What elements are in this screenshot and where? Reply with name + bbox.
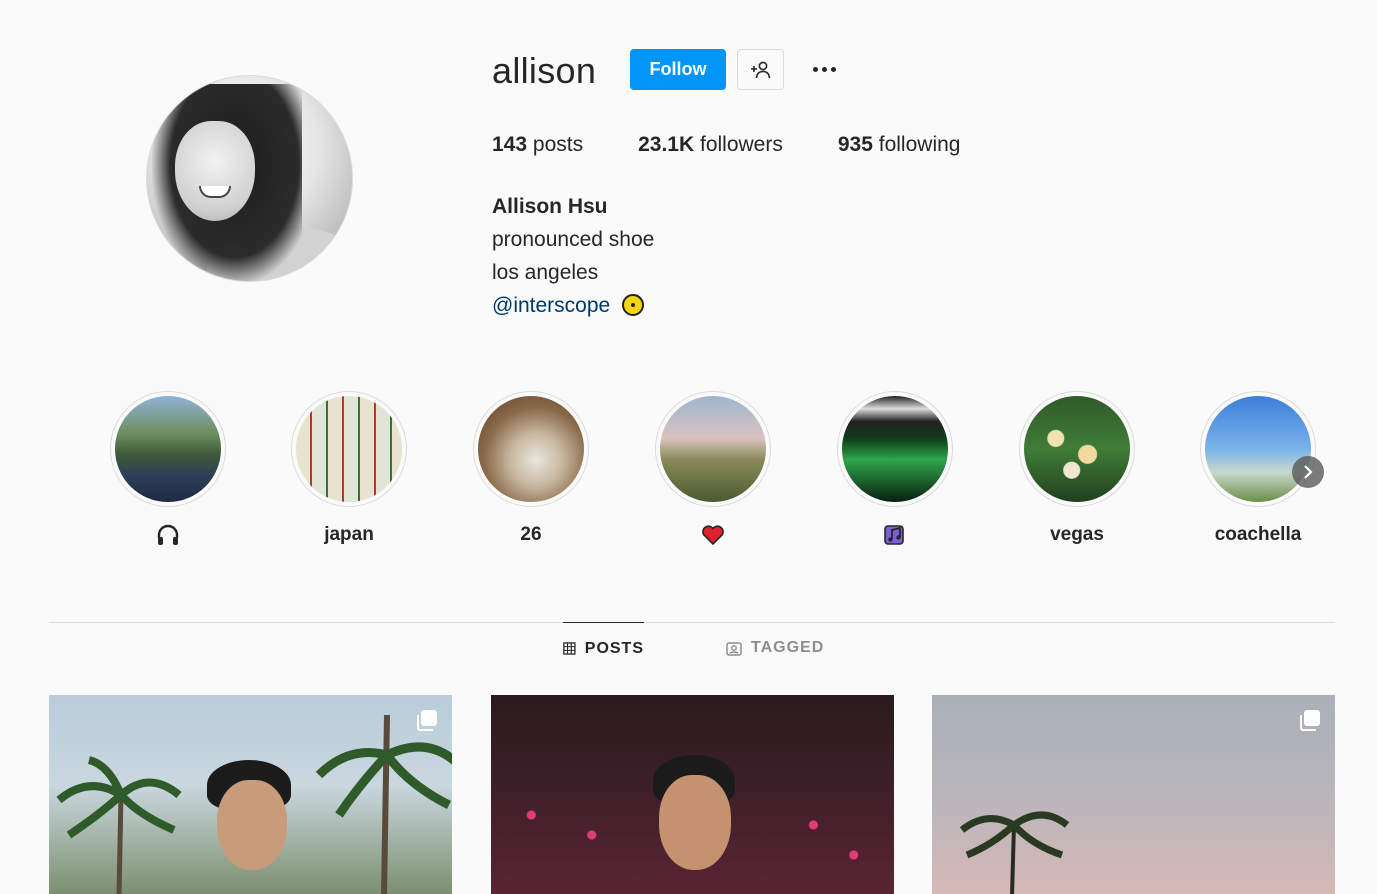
highlight-cover [478,396,584,502]
follow-button[interactable]: Follow [630,49,726,90]
highlight-cover [660,396,766,502]
highlight-label: japan [324,524,374,545]
heart-icon [702,525,724,546]
carousel-icon [417,710,437,731]
tabs-divider [49,622,1335,623]
tab-tagged[interactable]: TAGGED [726,622,824,674]
followers-label: followers [699,133,783,156]
tab-posts[interactable]: POSTS [563,622,644,674]
disc-icon [622,294,645,316]
following-stat[interactable]: 935 following [838,133,961,157]
ellipsis-icon [812,66,836,72]
bio-line: los angeles [492,261,599,284]
highlight-item[interactable]: vegas [1019,391,1135,548]
add-user-icon [750,61,770,78]
bio-link-row: @interscope [492,294,645,318]
bio-mention-link[interactable]: @interscope [492,294,610,317]
music-notes-icon [884,525,904,545]
suggested-users-button[interactable] [737,49,784,90]
post-thumbnail[interactable] [932,695,1335,894]
highlight-cover [296,396,402,502]
highlight-cover [115,396,221,502]
chevron-right-icon [1304,465,1313,479]
story-highlights: japan 26 vegas coachella [110,391,1330,551]
highlight-item[interactable] [110,391,226,548]
posts-stat: 143 posts [492,133,583,157]
highlight-item[interactable] [655,391,771,548]
followers-count: 23.1K [638,133,695,156]
highlight-item[interactable]: 26 [473,391,589,548]
highlight-item[interactable] [837,391,953,548]
highlight-cover [842,396,948,502]
following-label: following [878,133,961,156]
post-thumbnail[interactable] [49,695,452,894]
tab-posts-label: POSTS [584,639,644,657]
headphones-icon [157,524,179,545]
highlight-label: 26 [520,524,542,545]
following-count: 935 [837,133,873,156]
profile-stats: 143 posts 23.1K followers 935 following [492,133,1015,157]
highlight-label: vegas [1050,524,1104,545]
highlight-label: coachella [1214,524,1302,545]
profile-full-name: Allison Hsu [492,195,608,218]
profile-page: allison Follow 143 posts 23.1K followers… [0,0,1377,894]
profile-avatar[interactable] [146,75,353,282]
post-thumbnail[interactable] [491,695,894,894]
tab-tagged-label: TAGGED [751,639,825,656]
tagged-icon [726,641,742,656]
highlight-item[interactable]: japan [291,391,407,548]
bio-line: pronounced shoe [492,228,655,251]
highlights-next-button[interactable] [1292,456,1324,488]
followers-stat[interactable]: 23.1K followers [638,133,783,157]
profile-username: allison [492,50,597,91]
posts-label: posts [532,133,584,156]
carousel-icon [1300,710,1320,731]
posts-count: 143 [492,133,528,156]
grid-icon [563,642,576,655]
highlight-cover [1024,396,1130,502]
highlight-cover [1205,396,1311,502]
more-options-button[interactable] [806,55,842,83]
